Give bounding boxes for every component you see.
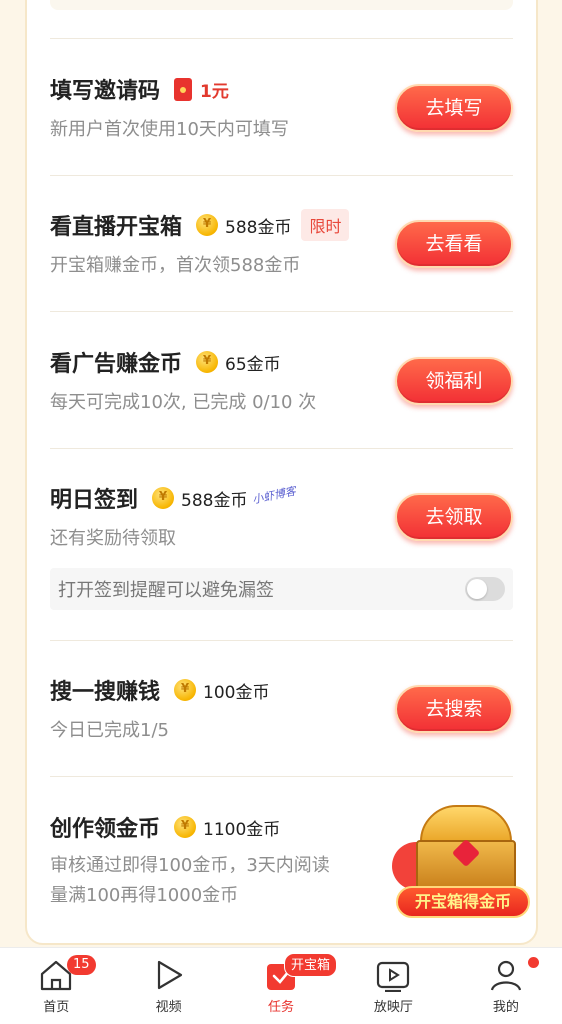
- task-reward: 588金币: [225, 217, 292, 238]
- divider: [50, 448, 513, 449]
- task-title: 明日签到: [50, 488, 139, 513]
- task-reward: 1100金币: [203, 819, 281, 840]
- coin-icon: [174, 679, 197, 701]
- user-icon: [490, 960, 521, 991]
- divider: [50, 776, 513, 777]
- task-title: 看广告赚金币: [50, 352, 183, 377]
- coin-icon: [152, 487, 175, 509]
- nav-video[interactable]: 视频: [112, 948, 224, 1024]
- task-live-chest: 看直播开宝箱 588金币 限时 开宝箱赚金币，首次领588金币 去看看: [50, 208, 513, 288]
- task-title: 看直播开宝箱: [50, 215, 183, 240]
- task-watch-ads: 看广告赚金币 65金币 每天可完成10次, 已完成 0/10 次 领福利: [50, 345, 513, 425]
- nav-label: 放映厅: [373, 1000, 413, 1015]
- reminder-toggle[interactable]: [465, 577, 505, 601]
- task-reward: 100金币: [203, 682, 270, 703]
- red-packet-icon: [174, 77, 193, 101]
- task-reward: 588金币: [181, 490, 248, 511]
- claim-checkin-button[interactable]: 去领取: [395, 493, 513, 541]
- limited-badge: 限时: [301, 209, 350, 241]
- treasure-chest-float[interactable]: 开宝箱得金币: [392, 800, 532, 925]
- fill-invite-button[interactable]: 去填写: [395, 84, 513, 132]
- divider: [50, 311, 513, 312]
- nav-label: 视频: [155, 1000, 182, 1015]
- coin-icon: [196, 351, 219, 373]
- checkin-reminder-bar: 打开签到提醒可以避免漏签: [50, 568, 513, 610]
- nav-label: 我的: [492, 1000, 519, 1015]
- task-reward: 1元: [200, 81, 229, 102]
- divider: [50, 640, 513, 641]
- divider: [50, 175, 513, 176]
- watch-live-button[interactable]: 去看看: [395, 220, 513, 268]
- play-icon: [157, 960, 182, 990]
- divider: [50, 38, 513, 39]
- nav-home[interactable]: 首页: [0, 948, 112, 1024]
- notification-dot: [528, 957, 539, 968]
- task-search: 搜一搜赚钱 100金币 今日已完成1/5 去搜索: [50, 673, 513, 753]
- nav-theater[interactable]: 放映厅: [337, 948, 449, 1024]
- coin-icon: [174, 816, 197, 838]
- home-badge: 15: [67, 955, 96, 975]
- tv-icon: [377, 961, 410, 992]
- nav-label: 任务: [268, 1000, 295, 1015]
- task-badge: 开宝箱: [284, 953, 338, 977]
- reminder-text: 打开签到提醒可以避免漏签: [58, 580, 274, 601]
- task-title: 搜一搜赚钱: [50, 680, 161, 705]
- chest-label: 开宝箱得金币: [396, 886, 530, 918]
- toggle-knob: [467, 579, 487, 599]
- previous-section-edge: [50, 0, 513, 10]
- go-search-button[interactable]: 去搜索: [395, 685, 513, 733]
- coin-icon: [196, 214, 219, 236]
- nav-label: 首页: [43, 1000, 70, 1015]
- task-reward: 65金币: [225, 354, 281, 375]
- task-title: 创作领金币: [50, 817, 161, 842]
- claim-benefit-button[interactable]: 领福利: [395, 357, 513, 405]
- task-invite-code: 填写邀请码 1元 新用户首次使用10天内可填写 去填写: [50, 72, 513, 152]
- task-title: 填写邀请码: [50, 79, 161, 104]
- nav-me[interactable]: 我的: [450, 948, 562, 1024]
